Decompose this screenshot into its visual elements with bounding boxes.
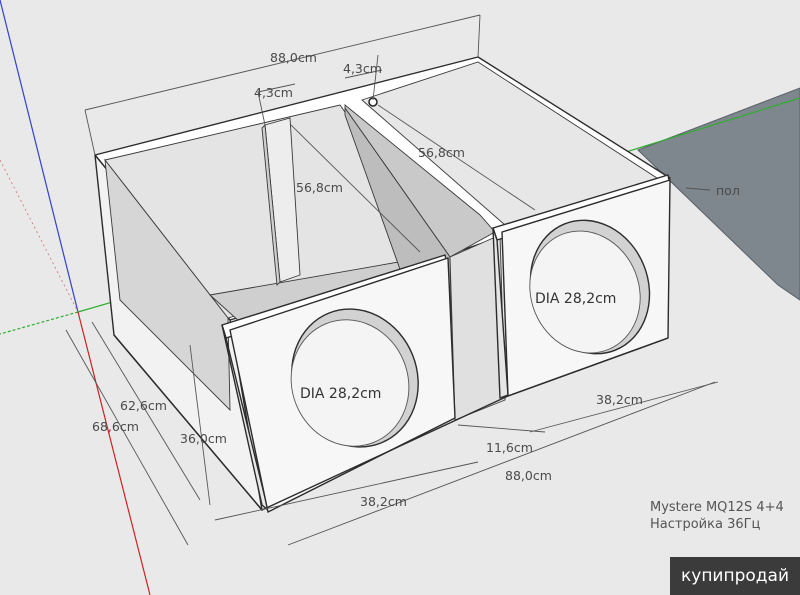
note-tuning: Настройка 36Гц [650,517,761,532]
dim-port-width: 11,6cm [486,440,533,455]
dim-inner-depth-left: 56,8cm [296,180,343,195]
dim-partition-left: 4,3cm [254,85,293,100]
cad-scene: 88,0cm 4,3cm 4,3cm 56,8cm 56,8cm 62,6cm … [0,0,800,595]
dim-chamber-width-right: 38,2cm [596,392,643,407]
dim-overall-width-top: 88,0cm [270,50,317,65]
dim-depth-outer: 68,6cm [92,419,139,434]
hole-diameter-left: DIA 28,2cm [300,386,381,402]
dim-inner-depth-right: 56,8cm [418,145,465,160]
floor-label: пол [716,183,740,198]
note-model: Mystere MQ12S 4+4 [650,500,784,515]
dim-depth-inner: 62,6cm [120,398,167,413]
dim-partition-right: 4,3cm [343,61,382,76]
dim-height: 36,0cm [180,431,227,446]
dim-overall-width-bottom: 88,0cm [505,468,552,483]
dim-chamber-width-left: 38,2cm [360,494,407,509]
hole-diameter-right: DIA 28,2cm [535,291,616,307]
watermark-logo: купипродай [670,557,800,595]
